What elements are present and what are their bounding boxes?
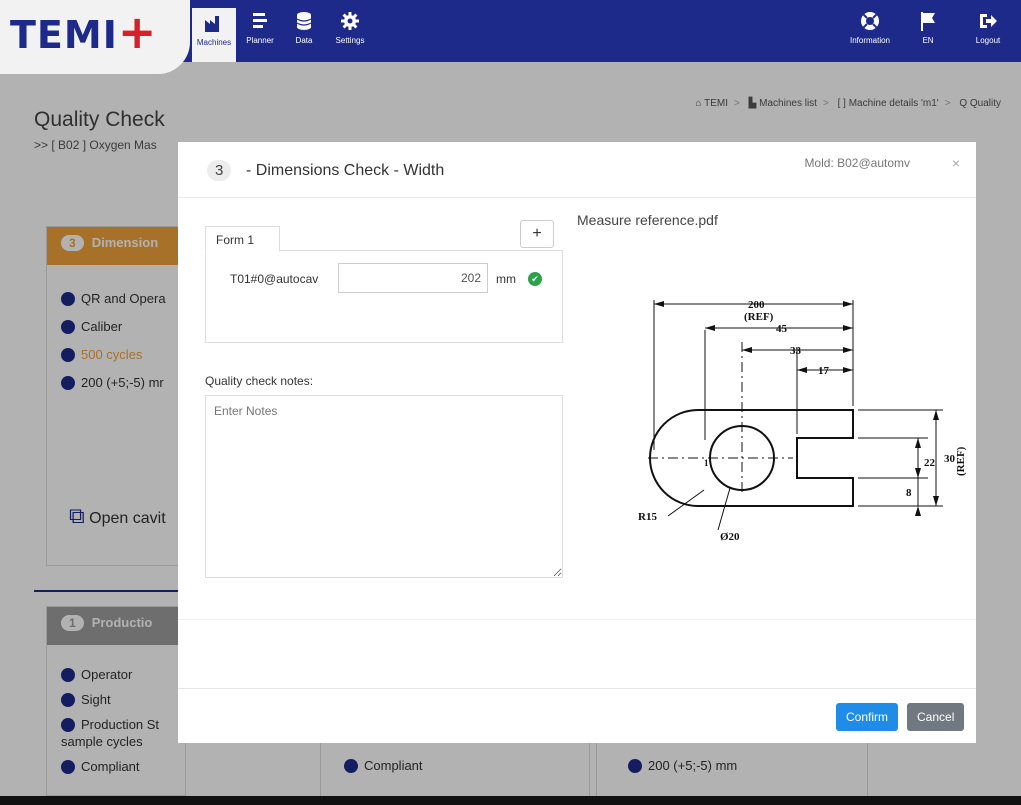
cavity-field-label: T01#0@autocav [230,272,319,286]
temi-logo[interactable]: TEMI+ [10,9,157,57]
technical-drawing: 200 (REF) 45 33 17 30 (REF) 22 8 R15 Ø20… [638,299,967,543]
nav-settings[interactable]: Settings [328,10,372,58]
nav-logout-label: Logout [975,36,1001,45]
nav-language-label: EN [922,36,934,45]
nav-machines-label: Machines [196,38,232,47]
nav-settings-label: Settings [335,36,365,45]
dim-200: 200 [748,299,765,311]
nav-planner[interactable]: Planner [238,10,282,58]
modal-title: - Dimensions Check - Width [246,162,445,179]
dim-33: 33 [790,345,802,357]
check-icon: ✔ [528,272,542,286]
notes-label: Quality check notes: [205,374,314,388]
cancel-button[interactable]: Cancel [907,703,965,731]
modal-header: 3 - Dimensions Check - Width Mold: B02@a… [178,142,976,198]
nav-language[interactable]: EN [908,10,948,58]
dim-8: 8 [906,487,912,499]
gear-icon [341,12,359,30]
nav-data-label: Data [295,36,313,45]
notes-textarea[interactable] [205,395,563,578]
unit-label: mm [496,272,516,286]
confirm-button[interactable]: Confirm [836,703,899,731]
nav-data[interactable]: Data [282,10,326,58]
tab-form-1[interactable]: Form 1 [205,226,280,252]
dim-1: 1 [704,458,709,468]
database-icon [296,12,312,30]
dim-ref-top: (REF) [744,311,774,323]
logout-icon [980,14,997,28]
dim-ref-side: (REF) [955,446,967,476]
dim-17: 17 [818,365,830,377]
dim-22: 22 [924,457,936,469]
modal-footer-separator [178,688,976,689]
logo-area: TEMI+ [0,0,190,74]
nav-information[interactable]: Information [842,10,898,58]
dim-o20: Ø20 [720,531,740,543]
dimensions-check-modal: 3 - Dimensions Check - Width Mold: B02@a… [178,142,976,743]
close-icon[interactable]: × [952,155,960,171]
nav-information-label: Information [849,36,891,45]
dim-r15: R15 [638,511,657,523]
dim-45: 45 [776,323,788,335]
nav-logout[interactable]: Logout [968,10,1008,58]
add-form-button[interactable]: + [520,220,554,248]
lifebuoy-icon [861,12,879,30]
step-badge: 3 [207,160,232,181]
logo-plus: + [117,5,158,59]
pdf-title: Measure reference.pdf [577,212,718,228]
factory-icon [205,16,219,32]
flag-icon [921,12,935,31]
mold-label: Mold: B02@automv [804,156,910,170]
list-icon [253,13,267,28]
modal-separator [178,619,976,620]
nav-planner-label: Planner [246,36,274,45]
logo-text: TEMI [10,13,118,57]
width-measure-input[interactable] [338,263,488,293]
bottom-edge [0,796,1021,805]
dim-30: 30 [944,453,956,465]
nav-machines[interactable]: Machines [192,8,236,62]
